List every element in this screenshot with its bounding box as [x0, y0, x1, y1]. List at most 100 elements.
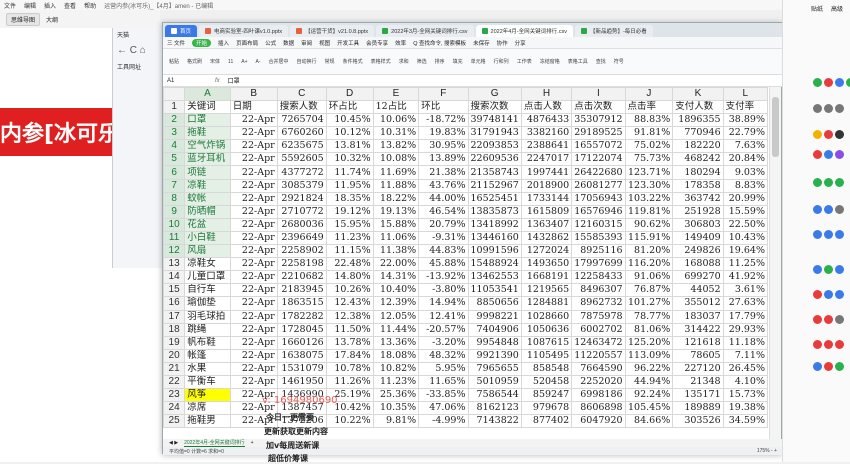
sticker-icon[interactable]: [835, 150, 844, 159]
sticker-icon[interactable]: [813, 265, 822, 274]
table-cell[interactable]: 35307912: [571, 113, 626, 128]
table-cell[interactable]: 关键词: [184, 99, 231, 115]
ribbon-menu-item[interactable]: 开始: [192, 38, 212, 47]
table-cell[interactable]: 15.59%: [722, 204, 768, 219]
table-cell[interactable]: 2018900: [520, 178, 573, 193]
sticker-icon[interactable]: [835, 230, 844, 239]
vertical-scrollbar[interactable]: [769, 87, 781, 439]
table-cell[interactable]: 41.92%: [722, 270, 768, 285]
ribbon-tool[interactable]: 格式刷: [185, 58, 204, 65]
column-header[interactable]: G: [467, 87, 522, 101]
row-number[interactable]: 10: [163, 217, 186, 232]
table-cell[interactable]: 15.73%: [722, 388, 768, 403]
bookmark-item[interactable]: 工具网址: [113, 60, 167, 73]
ribbon-menu-item[interactable]: 效率: [395, 39, 406, 47]
table-cell[interactable]: 蚊帐: [184, 191, 231, 206]
table-cell[interactable]: -18.72%: [418, 113, 469, 128]
table-cell[interactable]: 11.23%: [325, 230, 374, 246]
table-cell[interactable]: 10.22%: [325, 414, 374, 429]
ribbon-menu-item[interactable]: 会员专享: [366, 39, 388, 47]
table-cell[interactable]: 13.81%: [325, 139, 374, 154]
table-cell[interactable]: 19.83%: [418, 126, 469, 141]
column-header[interactable]: [163, 87, 186, 101]
table-cell[interactable]: 29189525: [571, 126, 626, 141]
table-cell[interactable]: 口罩: [184, 113, 231, 128]
table-cell[interactable]: 1493650: [520, 257, 573, 272]
table-cell[interactable]: 84.66%: [624, 414, 674, 429]
sticker-icon[interactable]: [835, 362, 844, 371]
table-cell[interactable]: 10.43%: [722, 230, 768, 246]
ribbon-menu-item[interactable]: 插入: [218, 39, 229, 47]
menu-help[interactable]: 帮助: [84, 1, 96, 10]
table-cell[interactable]: 90.62%: [624, 217, 674, 232]
table-cell[interactable]: -33.85%: [418, 388, 469, 403]
table-cell[interactable]: 877402: [520, 414, 573, 429]
table-cell[interactable]: 7875978: [571, 309, 626, 324]
table-cell[interactable]: 12.43%: [325, 296, 374, 311]
row-number[interactable]: 20: [163, 348, 186, 363]
doc-tab-4[interactable]: 2022年4月-全网关键词排行.csv: [475, 25, 573, 37]
table-cell[interactable]: 蓝牙耳机: [184, 152, 231, 167]
table-cell[interactable]: 1896355: [672, 113, 724, 128]
table-cell[interactable]: 1432862: [520, 230, 573, 246]
table-cell[interactable]: 1782282: [276, 309, 327, 324]
table-cell[interactable]: 19.64%: [722, 244, 768, 259]
sticker-icon[interactable]: [813, 130, 822, 139]
table-cell[interactable]: 7664590: [571, 361, 626, 376]
table-cell[interactable]: 303526: [672, 414, 724, 429]
table-cell[interactable]: 859247: [520, 388, 573, 403]
table-cell[interactable]: 20.84%: [722, 152, 768, 167]
table-cell[interactable]: 11.44%: [372, 322, 420, 337]
table-cell[interactable]: 10.08%: [372, 152, 420, 167]
sticker-icon[interactable]: [813, 205, 822, 214]
menu-file[interactable]: 文件: [4, 1, 16, 10]
column-header[interactable]: A: [184, 87, 231, 101]
table-cell[interactable]: 凉鞋: [184, 178, 231, 193]
table-cell[interactable]: -3.80%: [418, 283, 469, 298]
table-cell[interactable]: 116.20%: [624, 257, 674, 272]
table-cell[interactable]: 1668191: [520, 270, 573, 285]
table-cell[interactable]: 363742: [672, 191, 724, 206]
sticker-icon[interactable]: [835, 265, 844, 274]
table-cell[interactable]: 拖鞋: [184, 126, 231, 141]
table-cell[interactable]: 81.20%: [624, 244, 674, 259]
table-cell[interactable]: 121618: [672, 335, 724, 350]
table-cell[interactable]: 3382160: [520, 126, 573, 141]
table-cell[interactable]: 12160315: [571, 217, 626, 232]
table-cell[interactable]: 凉鞋女: [184, 257, 231, 272]
table-cell[interactable]: 26422680: [571, 165, 626, 180]
ribbon-menu-item[interactable]: 开发工具: [337, 39, 359, 47]
table-cell[interactable]: 105.45%: [624, 401, 674, 416]
sticker-icon[interactable]: [835, 205, 844, 214]
ribbon-tool[interactable]: 表格工具: [566, 58, 590, 65]
table-cell[interactable]: 25.36%: [372, 388, 420, 403]
table-cell[interactable]: 22-Apr: [229, 244, 278, 259]
sticker-icon[interactable]: [813, 178, 822, 187]
table-cell[interactable]: 27.63%: [722, 296, 768, 311]
row-number[interactable]: 16: [163, 296, 186, 311]
ribbon-menu-item[interactable]: 视图: [319, 39, 330, 47]
table-cell[interactable]: 8606898: [571, 401, 626, 416]
table-cell[interactable]: 12占比: [372, 99, 420, 115]
table-cell[interactable]: 31791943: [467, 126, 522, 141]
doc-tab-3[interactable]: 2022年3月-全网关键词排行.csv: [376, 25, 474, 37]
table-cell[interactable]: 44052: [672, 283, 724, 298]
table-cell[interactable]: 4876433: [520, 113, 573, 128]
sheet-nav-icon[interactable]: ◀ ▶: [169, 440, 178, 446]
row-number[interactable]: 7: [163, 178, 186, 193]
ribbon-tool[interactable]: 表格样式: [369, 58, 393, 65]
row-number[interactable]: 12: [163, 244, 186, 259]
ribbon-tool[interactable]: 工作表: [515, 58, 534, 65]
table-cell[interactable]: 44.83%: [418, 244, 469, 259]
sticker-icon[interactable]: [835, 290, 844, 299]
table-cell[interactable]: 5.95%: [418, 361, 469, 376]
row-number[interactable]: 14: [163, 270, 186, 285]
table-cell[interactable]: 22-Apr: [229, 322, 278, 337]
table-cell[interactable]: 18.08%: [372, 348, 420, 363]
table-cell[interactable]: 11.38%: [372, 244, 420, 259]
sticker-icon[interactable]: [824, 290, 833, 299]
table-cell[interactable]: 1050636: [520, 322, 573, 337]
ribbon-menu-item[interactable]: 分享: [515, 39, 526, 47]
ribbon-menu-item[interactable]: Q 查找命令, 搜索模板: [413, 39, 466, 47]
table-cell[interactable]: 22-Apr: [229, 217, 278, 232]
